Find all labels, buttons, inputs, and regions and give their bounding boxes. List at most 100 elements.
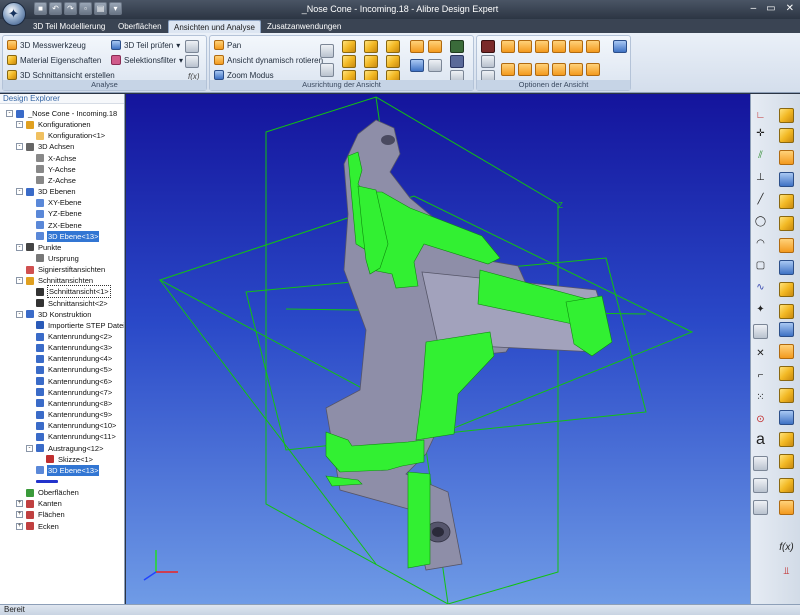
minimize-icon[interactable]: – — [751, 3, 757, 14]
tree-item[interactable]: 3D Ebenen — [26, 186, 77, 197]
fillet-icon[interactable] — [779, 304, 794, 319]
tree-item[interactable]: Kantenrundung<2> — [36, 331, 113, 342]
mirror-sketch-icon[interactable] — [753, 478, 768, 493]
tree-item[interactable]: Signierstiftansichten — [26, 264, 106, 275]
tree-expander[interactable]: - — [26, 444, 33, 452]
trim-icon[interactable]: ✕ — [753, 346, 768, 361]
option-8-icon[interactable] — [518, 63, 532, 76]
draft-icon[interactable] — [779, 344, 794, 359]
application-menu-button[interactable]: ✦ — [2, 2, 26, 26]
boolean-icon[interactable] — [779, 454, 794, 469]
tree-expander[interactable]: - — [16, 243, 23, 251]
inspect-part-button[interactable]: 3D Teil prüfen ▾ — [111, 40, 180, 50]
rectangle-icon[interactable]: ▢ — [753, 258, 768, 273]
tree-item[interactable]: Kantenrundung<6> — [36, 376, 113, 387]
line-icon[interactable]: ╱ — [753, 192, 768, 207]
spline-icon[interactable]: ∿ — [753, 280, 768, 295]
tree-item[interactable]: Skizze<1> — [46, 454, 94, 465]
tree-item[interactable]: Kantenrundung<9> — [36, 409, 113, 420]
reference-icon[interactable] — [753, 456, 768, 471]
option-10-icon[interactable] — [552, 63, 566, 76]
loft-cut-icon[interactable] — [779, 260, 794, 275]
sweep-cut-icon[interactable] — [779, 238, 794, 253]
tree-item[interactable]: 3D Achsen — [26, 141, 75, 152]
tree-expander[interactable]: - — [16, 143, 23, 151]
tab-oberflaechen[interactable]: Oberflächen — [113, 20, 167, 33]
option-6-icon[interactable] — [586, 40, 600, 53]
text-tool-icon[interactable]: a — [753, 432, 768, 448]
hole-icon[interactable] — [779, 366, 794, 381]
arrow-left-icon[interactable] — [410, 59, 424, 72]
polygon-icon[interactable] — [753, 324, 768, 339]
tree-item[interactable]: XY-Ebene — [36, 197, 83, 208]
tree-item[interactable]: Y-Achse — [36, 164, 77, 175]
create-section-view-button[interactable]: 3D Schnittansicht erstellen — [7, 70, 115, 80]
tree-item[interactable]: X-Achse — [36, 153, 77, 164]
tree-item[interactable]: Punkte — [26, 242, 62, 253]
option-12-icon[interactable] — [586, 63, 600, 76]
pan-button[interactable]: Pan — [214, 40, 241, 50]
close-icon[interactable]: ✕ — [786, 3, 794, 14]
tree-expander[interactable]: - — [16, 277, 23, 285]
tree-item[interactable]: ZX-Ebene — [36, 220, 83, 231]
zoom-mode-button[interactable]: Zoom Modus — [214, 70, 274, 80]
model-canvas[interactable]: Z — [126, 94, 750, 604]
tree-item[interactable]: Kantenrundung<5> — [36, 364, 113, 375]
material-properties-button[interactable]: Material Eigenschaften — [7, 55, 101, 65]
tree-item[interactable]: Importierte STEP Datei — [36, 320, 124, 331]
tree-item[interactable] — [36, 476, 63, 487]
sketch-tool-icon[interactable] — [185, 40, 199, 53]
shell-icon[interactable] — [779, 282, 794, 297]
view-back-icon[interactable] — [364, 40, 378, 53]
tree-item[interactable]: Schnittansicht<2> — [36, 298, 109, 309]
measure-icon[interactable]: ⫫ — [779, 564, 794, 579]
display-mode-icon[interactable] — [481, 40, 495, 53]
pattern-icon[interactable]: ⁙ — [753, 390, 768, 405]
option-1-icon[interactable] — [501, 40, 515, 53]
tree-item[interactable]: Z-Achse — [36, 175, 77, 186]
option-2-icon[interactable] — [518, 40, 532, 53]
tree-expander[interactable]: + — [16, 511, 23, 519]
option-5-icon[interactable] — [569, 40, 583, 53]
option-4-icon[interactable] — [552, 40, 566, 53]
rotate-right-icon[interactable] — [428, 40, 442, 53]
tree-item[interactable]: YZ-Ebene — [36, 208, 83, 219]
measure-tool-button[interactable]: 3D Messwerkzeug — [7, 40, 86, 50]
extrude-cut-icon[interactable] — [779, 194, 794, 209]
circle-icon[interactable]: ◯ — [753, 214, 768, 229]
dimension-icon[interactable]: ⊥ — [753, 170, 768, 185]
split-icon[interactable] — [779, 478, 794, 493]
3d-viewport[interactable]: Z — [126, 94, 750, 604]
tab-ansichten-und-analyse[interactable]: Ansichten und Analyse — [168, 20, 261, 33]
view-bottom-icon[interactable] — [342, 55, 356, 68]
offset-icon[interactable] — [753, 500, 768, 515]
tab-zusatzanwendungen[interactable]: Zusatzanwendungen — [262, 20, 346, 33]
mirror-icon[interactable] — [779, 410, 794, 425]
tree-item[interactable]: Flächen — [26, 509, 66, 520]
option-7-icon[interactable] — [501, 63, 515, 76]
tree-item[interactable]: 3D Konstruktion — [26, 309, 92, 320]
rotate-view-button[interactable]: Ansicht dynamisch rotieren — [214, 55, 323, 65]
tree-item[interactable]: Schnittansicht<1> — [36, 285, 111, 299]
option-11-icon[interactable] — [569, 63, 583, 76]
tree-expander[interactable]: - — [16, 310, 23, 318]
tree-item[interactable]: Ursprung — [36, 253, 80, 264]
crosshair-icon[interactable]: ✛ — [753, 126, 768, 141]
zoom-window-icon[interactable] — [320, 44, 334, 58]
arrow-right-icon[interactable] — [428, 59, 442, 72]
tree-expander[interactable]: - — [16, 188, 23, 196]
visibility-icon[interactable] — [450, 40, 464, 53]
revolve-boss-icon[interactable] — [779, 128, 794, 143]
view-right-icon[interactable] — [386, 55, 400, 68]
tree-item[interactable]: Kantenrundung<3> — [36, 342, 113, 353]
tree-item[interactable]: Konfiguration<1> — [36, 130, 106, 141]
tab-3d-teil-modellierung[interactable]: 3D Teil Modellierung — [28, 20, 110, 33]
tree-item[interactable]: Austragung<12> — [36, 443, 104, 454]
selection-filter-button[interactable]: Selektionsfilter ▾ — [111, 55, 183, 65]
tree-expander[interactable]: + — [16, 500, 23, 508]
chamfer-icon[interactable] — [779, 322, 794, 337]
tree-expander[interactable]: - — [16, 121, 23, 129]
tree-item[interactable]: Konfigurationen — [26, 119, 92, 130]
tree-item[interactable]: 3D Ebene<13> — [36, 230, 100, 242]
tree-item[interactable]: Kantenrundung<11> — [36, 431, 117, 442]
